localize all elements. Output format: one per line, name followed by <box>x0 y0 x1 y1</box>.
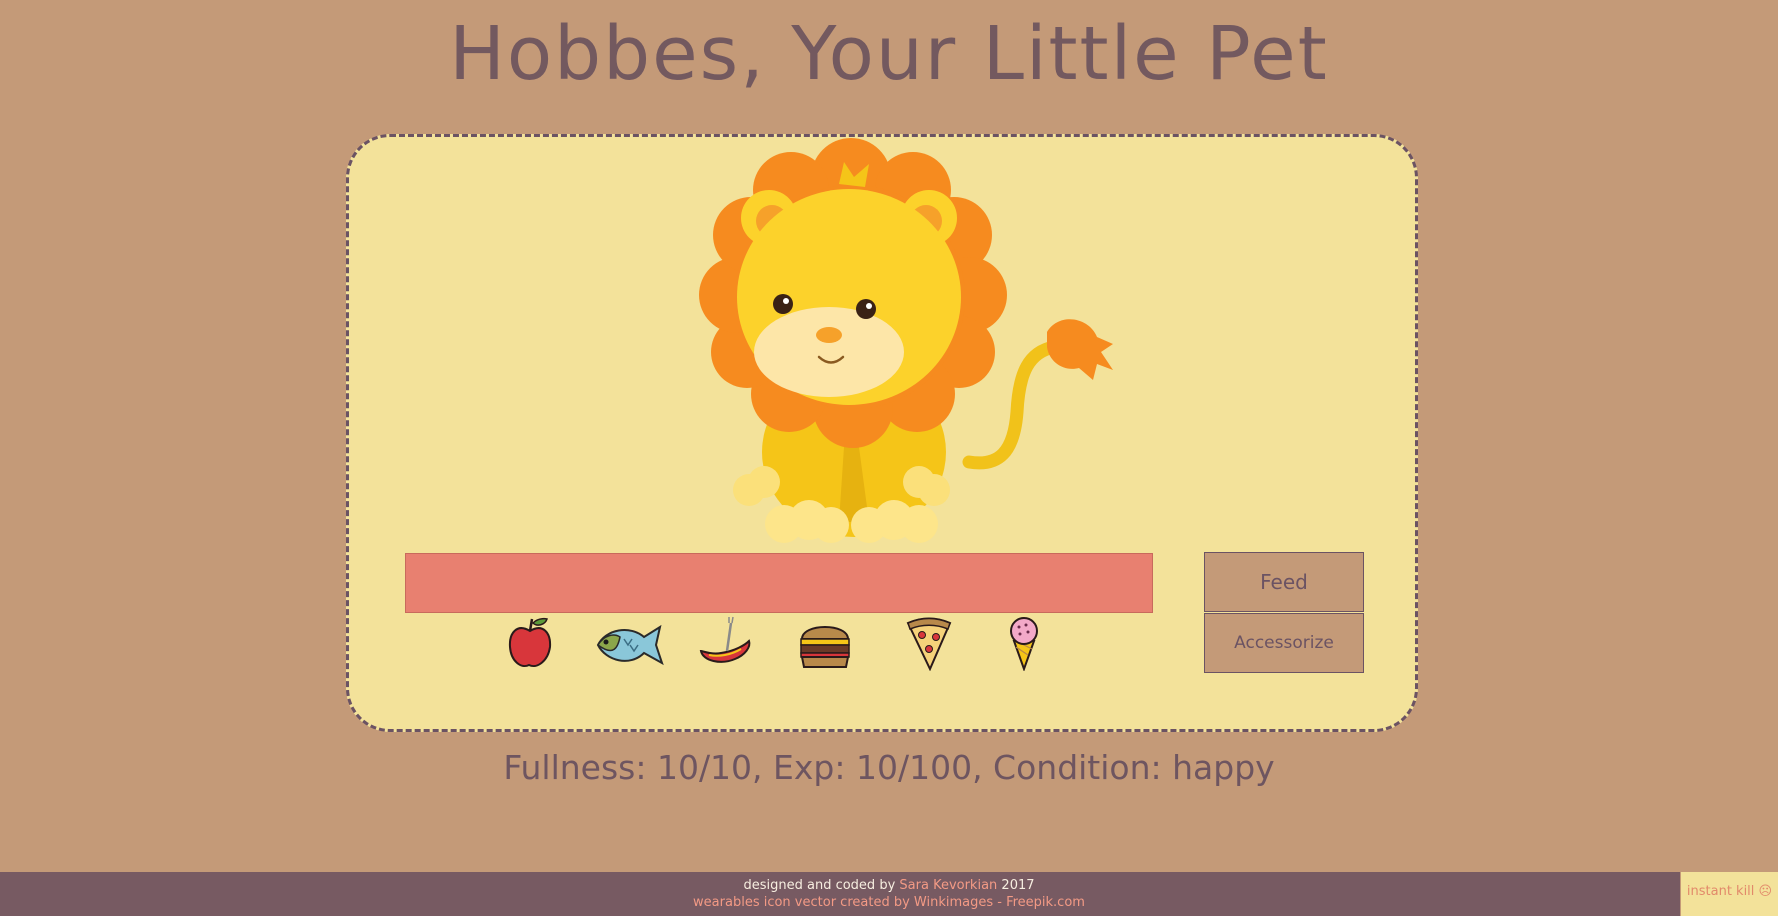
fish-icon[interactable] <box>594 615 664 671</box>
ice-cream-icon[interactable] <box>1006 615 1042 671</box>
accessorize-button[interactable]: Accessorize <box>1204 613 1364 673</box>
burger-icon[interactable] <box>798 615 852 671</box>
feed-button[interactable]: Feed <box>1204 552 1364 612</box>
instant-kill-button[interactable]: instant kill ☹ <box>1680 872 1778 916</box>
page-title: Hobbes, Your Little Pet <box>449 11 1329 97</box>
pet-container: Feed Accessorize <box>346 134 1418 732</box>
lion-icon <box>699 138 1113 543</box>
sausage-icon[interactable] <box>697 615 755 671</box>
author-link[interactable]: Sara Kevorkian <box>899 878 997 893</box>
footer: designed and coded by Sara Kevorkian 201… <box>0 872 1778 916</box>
fullness-bar <box>405 553 1153 613</box>
footer-prefix: designed and coded by <box>743 878 896 893</box>
apple-icon[interactable] <box>507 615 553 671</box>
icon-credit-link[interactable]: wearables icon vector created by Winkima… <box>0 894 1778 911</box>
pizza-icon[interactable] <box>904 615 954 671</box>
footer-credit-line: designed and coded by Sara Kevorkian 201… <box>0 877 1778 894</box>
pet-stats: Fullness: 10/10, Exp: 10/100, Condition:… <box>503 748 1275 787</box>
footer-year: 2017 <box>1001 878 1035 893</box>
